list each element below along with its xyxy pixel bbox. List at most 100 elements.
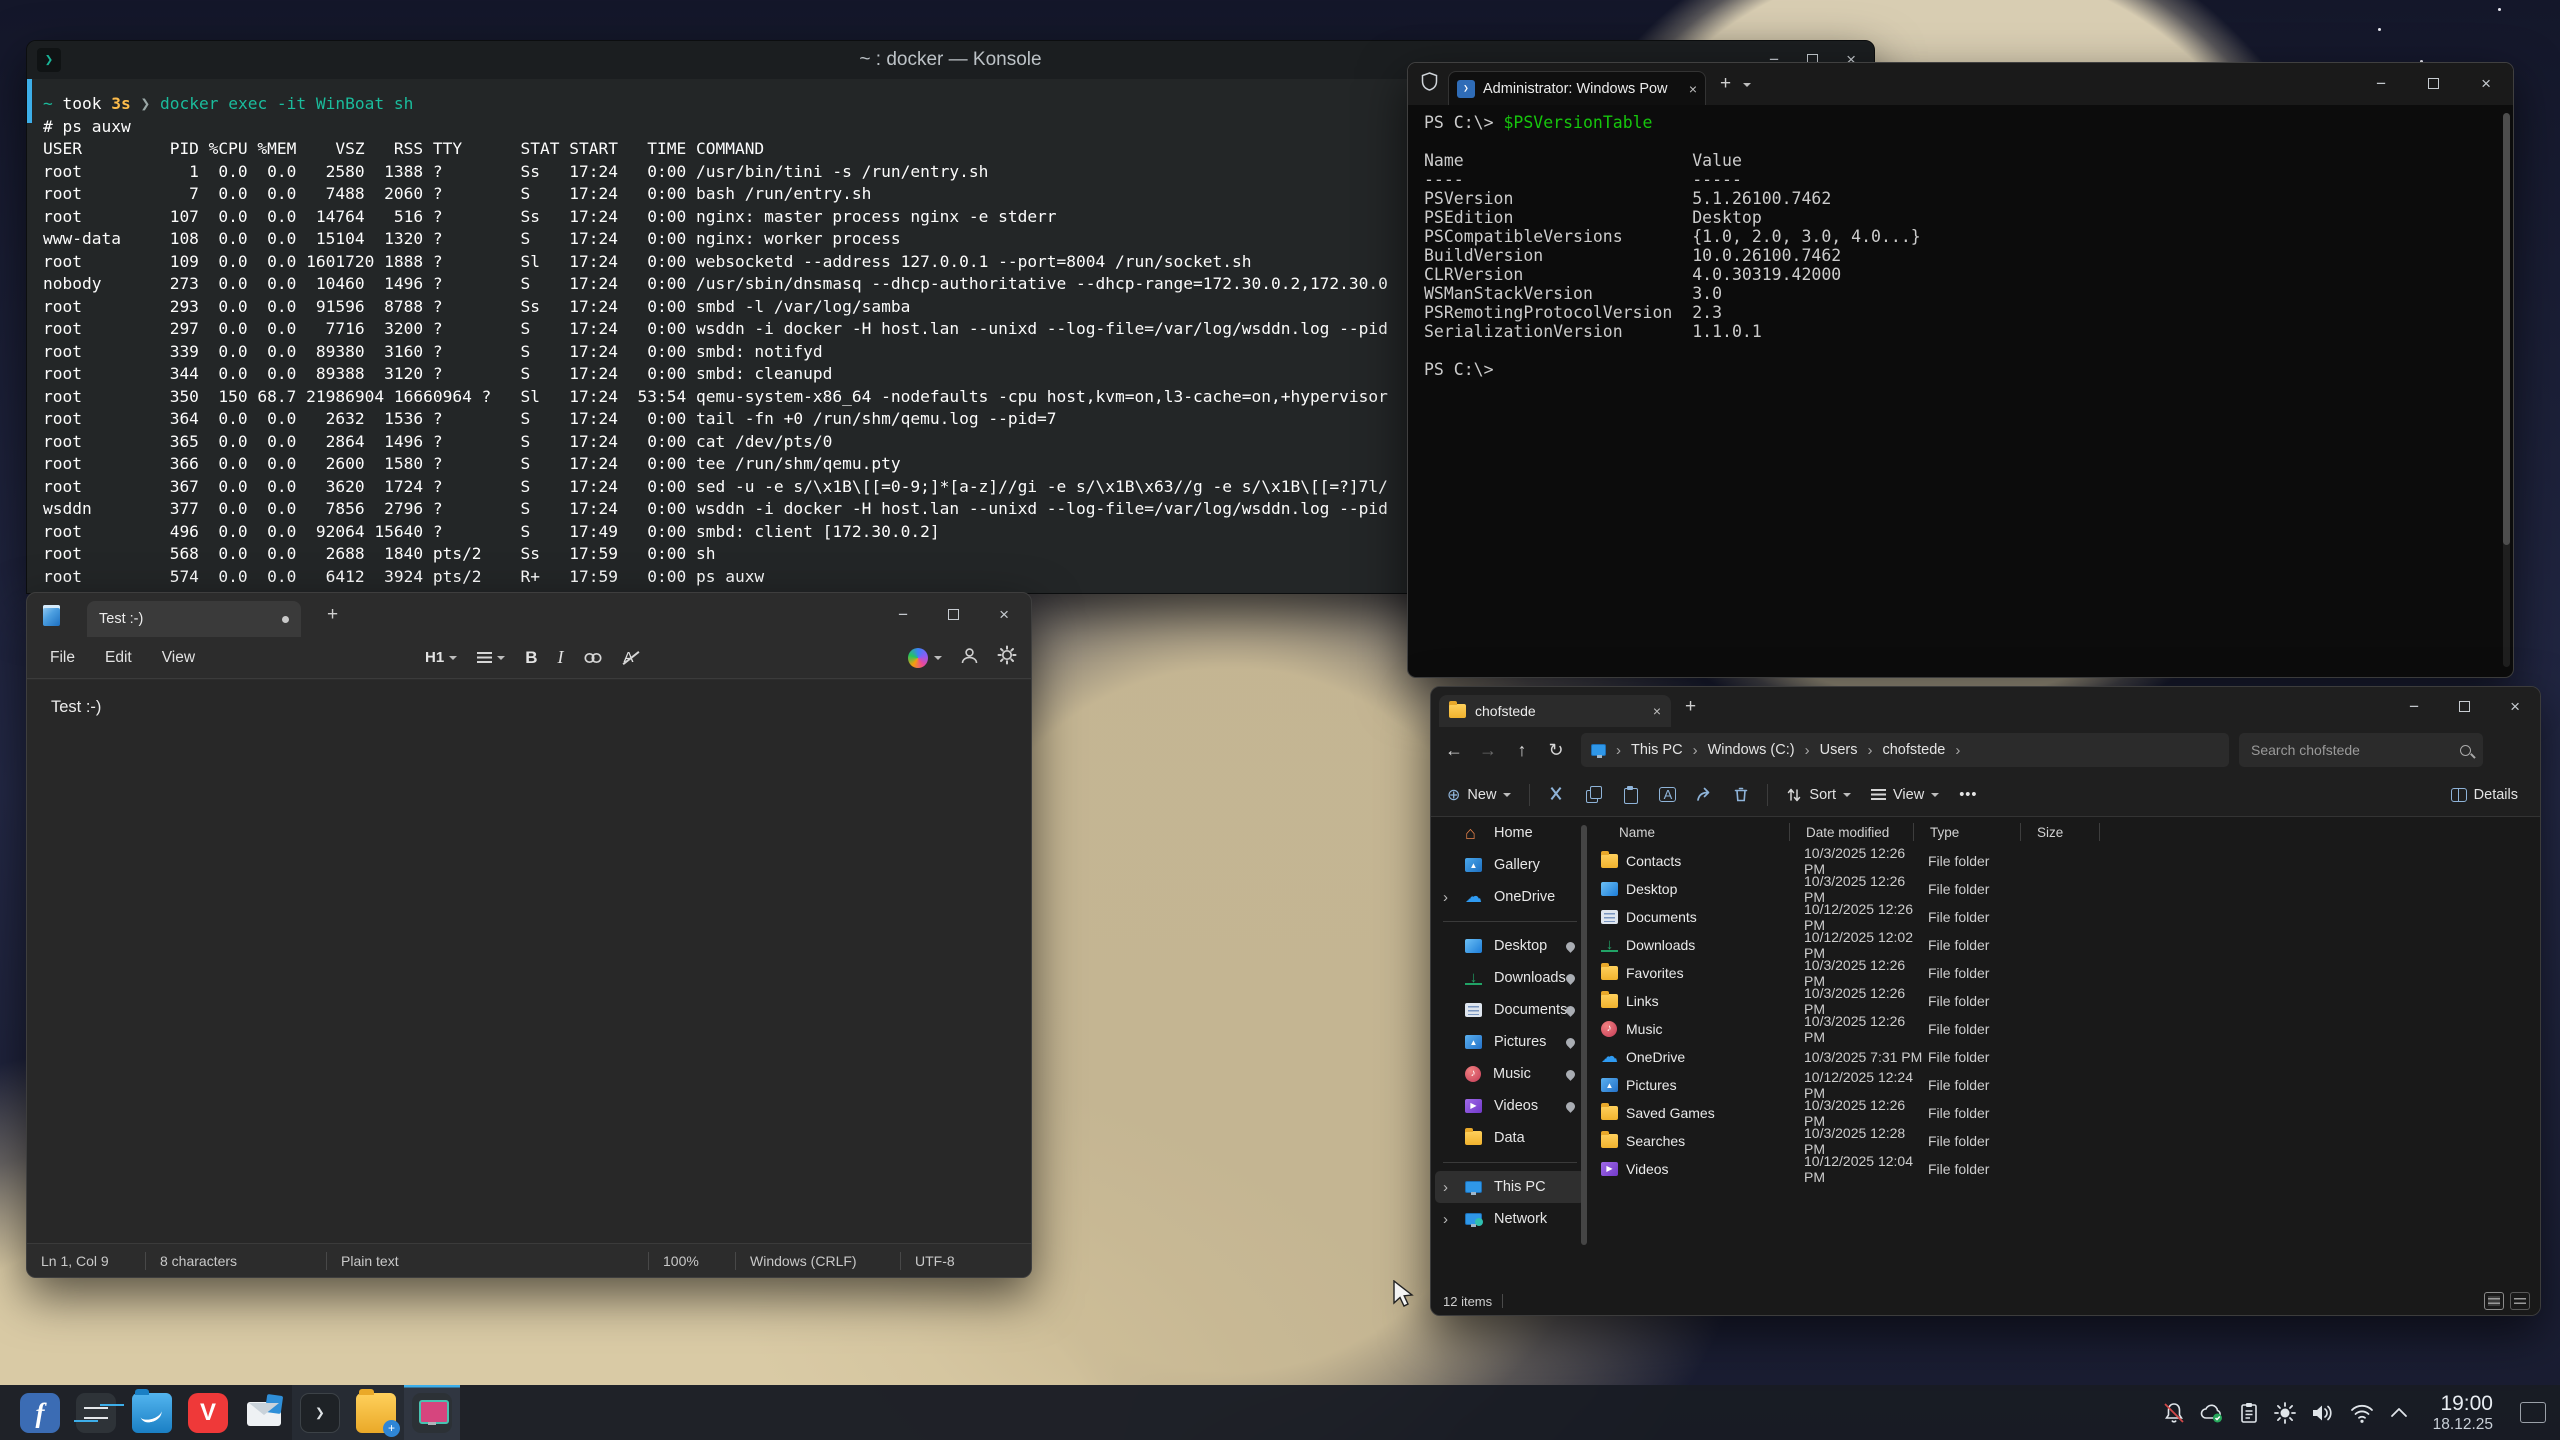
column-name[interactable]: Name bbox=[1596, 825, 1789, 840]
column-size[interactable]: Size bbox=[2037, 825, 2099, 840]
minimize-icon[interactable]: − bbox=[898, 606, 908, 623]
notepad-titlebar[interactable]: Test :-) + − × bbox=[27, 593, 1031, 637]
tray-expand-icon[interactable] bbox=[2388, 1402, 2410, 1424]
brightness-icon[interactable] bbox=[2273, 1401, 2297, 1425]
sort-button[interactable]: Sort bbox=[1776, 787, 1861, 803]
details-pane-button[interactable]: Details bbox=[2441, 787, 2528, 803]
spectacle-task[interactable] bbox=[404, 1385, 460, 1440]
tab-dropdown-icon[interactable] bbox=[1743, 83, 1751, 91]
file-row[interactable]: ♪Music10/3/2025 12:26 PMFile folder bbox=[1596, 1015, 2540, 1043]
menu-edit[interactable]: Edit bbox=[92, 642, 145, 674]
column-date[interactable]: Date modified bbox=[1806, 825, 1913, 840]
explorer-titlebar[interactable]: chofstede × + − × bbox=[1431, 687, 2540, 727]
sidebar-item-onedrive[interactable]: ›☁OneDrive bbox=[1435, 881, 1585, 913]
line-ending[interactable]: Windows (CRLF) bbox=[736, 1252, 900, 1270]
chevron-right-icon[interactable]: › bbox=[1443, 889, 1448, 906]
heading-dropdown[interactable]: H1 bbox=[425, 649, 457, 666]
sidebar-item-music[interactable]: ♪Music bbox=[1435, 1058, 1585, 1090]
app-launcher-fedora[interactable]: f bbox=[12, 1385, 68, 1440]
share-button[interactable] bbox=[1686, 786, 1723, 803]
list-dropdown[interactable] bbox=[477, 651, 505, 664]
file-row[interactable]: ▶Videos10/12/2025 12:04 PMFile folder bbox=[1596, 1155, 2540, 1183]
copilot-button[interactable] bbox=[908, 648, 942, 668]
view-button[interactable]: View bbox=[1861, 787, 1949, 803]
up-icon[interactable]: ↑ bbox=[1505, 740, 1539, 761]
powershell-output[interactable]: PS C:\> $PSVersionTable Name Value ---- … bbox=[1408, 105, 2513, 677]
sidebar-item-network[interactable]: ›Network bbox=[1435, 1203, 1585, 1235]
account-button[interactable] bbox=[960, 646, 979, 670]
bold-button[interactable]: B bbox=[525, 648, 537, 668]
zoom-level[interactable]: 100% bbox=[649, 1252, 735, 1270]
rename-button[interactable]: A bbox=[1649, 787, 1686, 802]
copy-button[interactable] bbox=[1575, 786, 1612, 803]
files-task[interactable]: + bbox=[348, 1385, 404, 1440]
minimize-icon[interactable]: − bbox=[2409, 698, 2419, 715]
cloud-sync-icon[interactable] bbox=[2199, 1401, 2225, 1425]
crumb-this-pc[interactable]: This PC bbox=[1631, 742, 1683, 758]
clipboard-icon[interactable] bbox=[2238, 1401, 2260, 1425]
crumb-drive[interactable]: Windows (C:) bbox=[1708, 742, 1795, 758]
file-row[interactable]: Documents10/12/2025 12:26 PMFile folder bbox=[1596, 903, 2540, 931]
sidebar-item-documents[interactable]: Documents bbox=[1435, 994, 1585, 1026]
sidebar-item-data[interactable]: Data bbox=[1435, 1122, 1585, 1154]
menu-file[interactable]: File bbox=[37, 642, 88, 674]
close-icon[interactable]: × bbox=[2510, 698, 2520, 715]
close-icon[interactable]: × bbox=[2481, 75, 2491, 92]
volume-icon[interactable] bbox=[2310, 1401, 2336, 1425]
clock[interactable]: 19:00 18.12.25 bbox=[2433, 1392, 2493, 1433]
close-tab-icon[interactable]: × bbox=[1653, 703, 1661, 719]
powershell-tab[interactable]: ❯ Administrator: Windows Pow × bbox=[1448, 71, 1706, 105]
system-settings-launcher[interactable] bbox=[68, 1385, 124, 1440]
breadcrumb[interactable]: › This PC › Windows (C:) › Users › chofs… bbox=[1581, 733, 2229, 767]
sidebar-item-gallery[interactable]: ▲Gallery bbox=[1435, 849, 1585, 881]
vivaldi-launcher[interactable]: V bbox=[180, 1385, 236, 1440]
forward-icon[interactable]: → bbox=[1471, 740, 1505, 761]
column-type[interactable]: Type bbox=[1930, 825, 2020, 840]
italic-button[interactable]: I bbox=[557, 647, 563, 668]
chevron-right-icon[interactable]: › bbox=[1443, 1179, 1448, 1196]
new-button[interactable]: ⊕New bbox=[1437, 785, 1521, 805]
minimize-icon[interactable]: − bbox=[2376, 75, 2386, 92]
file-row[interactable]: ↓Downloads10/12/2025 12:02 PMFile folder bbox=[1596, 931, 2540, 959]
settings-gear-icon[interactable] bbox=[997, 645, 1017, 670]
file-row[interactable]: Contacts10/3/2025 12:26 PMFile folder bbox=[1596, 847, 2540, 875]
close-icon[interactable]: × bbox=[999, 606, 1009, 623]
crumb-user[interactable]: chofstede bbox=[1882, 742, 1945, 758]
sidebar-item-desktop[interactable]: Desktop bbox=[1435, 930, 1585, 962]
document-mode[interactable]: Plain text bbox=[327, 1252, 648, 1270]
explorer-tab[interactable]: chofstede × bbox=[1439, 695, 1671, 727]
encoding[interactable]: UTF-8 bbox=[901, 1252, 1031, 1270]
refresh-icon[interactable]: ↻ bbox=[1539, 740, 1573, 761]
new-tab-button[interactable]: + bbox=[1720, 73, 1731, 95]
maximize-icon[interactable] bbox=[2459, 701, 2470, 712]
file-row[interactable]: ☁OneDrive10/3/2025 7:31 PMFile folder bbox=[1596, 1043, 2540, 1071]
konsole-task[interactable]: ❯ bbox=[292, 1385, 348, 1440]
close-tab-icon[interactable]: × bbox=[1689, 81, 1697, 97]
formatting-clear-button[interactable]: A bbox=[623, 649, 633, 666]
paste-button[interactable] bbox=[1612, 786, 1649, 803]
mail-launcher[interactable] bbox=[236, 1385, 292, 1440]
back-icon[interactable]: ← bbox=[1437, 740, 1471, 761]
icons-view-toggle[interactable] bbox=[2510, 1292, 2530, 1310]
notepad-tab[interactable]: Test :-) bbox=[87, 601, 301, 637]
search-input[interactable]: Search chofstede bbox=[2239, 733, 2483, 767]
crumb-users[interactable]: Users bbox=[1820, 742, 1858, 758]
sidebar-item-videos[interactable]: ▶Videos bbox=[1435, 1090, 1585, 1122]
notepad-editor[interactable]: Test :-) bbox=[27, 680, 1031, 1243]
sidebar-item-downloads[interactable]: ↓Downloads bbox=[1435, 962, 1585, 994]
file-row[interactable]: Links10/3/2025 12:26 PMFile folder bbox=[1596, 987, 2540, 1015]
sidebar-scrollbar[interactable] bbox=[1581, 825, 1587, 1245]
notifications-muted-icon[interactable] bbox=[2162, 1401, 2186, 1425]
more-button[interactable]: ••• bbox=[1949, 787, 1987, 803]
file-row[interactable]: Desktop10/3/2025 12:26 PMFile folder bbox=[1596, 875, 2540, 903]
file-row[interactable]: Searches10/3/2025 12:28 PMFile folder bbox=[1596, 1127, 2540, 1155]
wifi-icon[interactable] bbox=[2349, 1401, 2375, 1425]
new-tab-button[interactable]: + bbox=[1685, 696, 1696, 718]
dolphin-launcher[interactable] bbox=[124, 1385, 180, 1440]
new-tab-button[interactable]: + bbox=[327, 604, 338, 626]
terminal-titlebar[interactable]: ❯ Administrator: Windows Pow × + − × bbox=[1408, 63, 2513, 105]
sidebar-item-home[interactable]: ⌂Home bbox=[1435, 817, 1585, 849]
details-view-toggle[interactable] bbox=[2484, 1292, 2504, 1310]
scrollbar[interactable] bbox=[2503, 113, 2510, 667]
maximize-icon[interactable] bbox=[2428, 78, 2439, 89]
